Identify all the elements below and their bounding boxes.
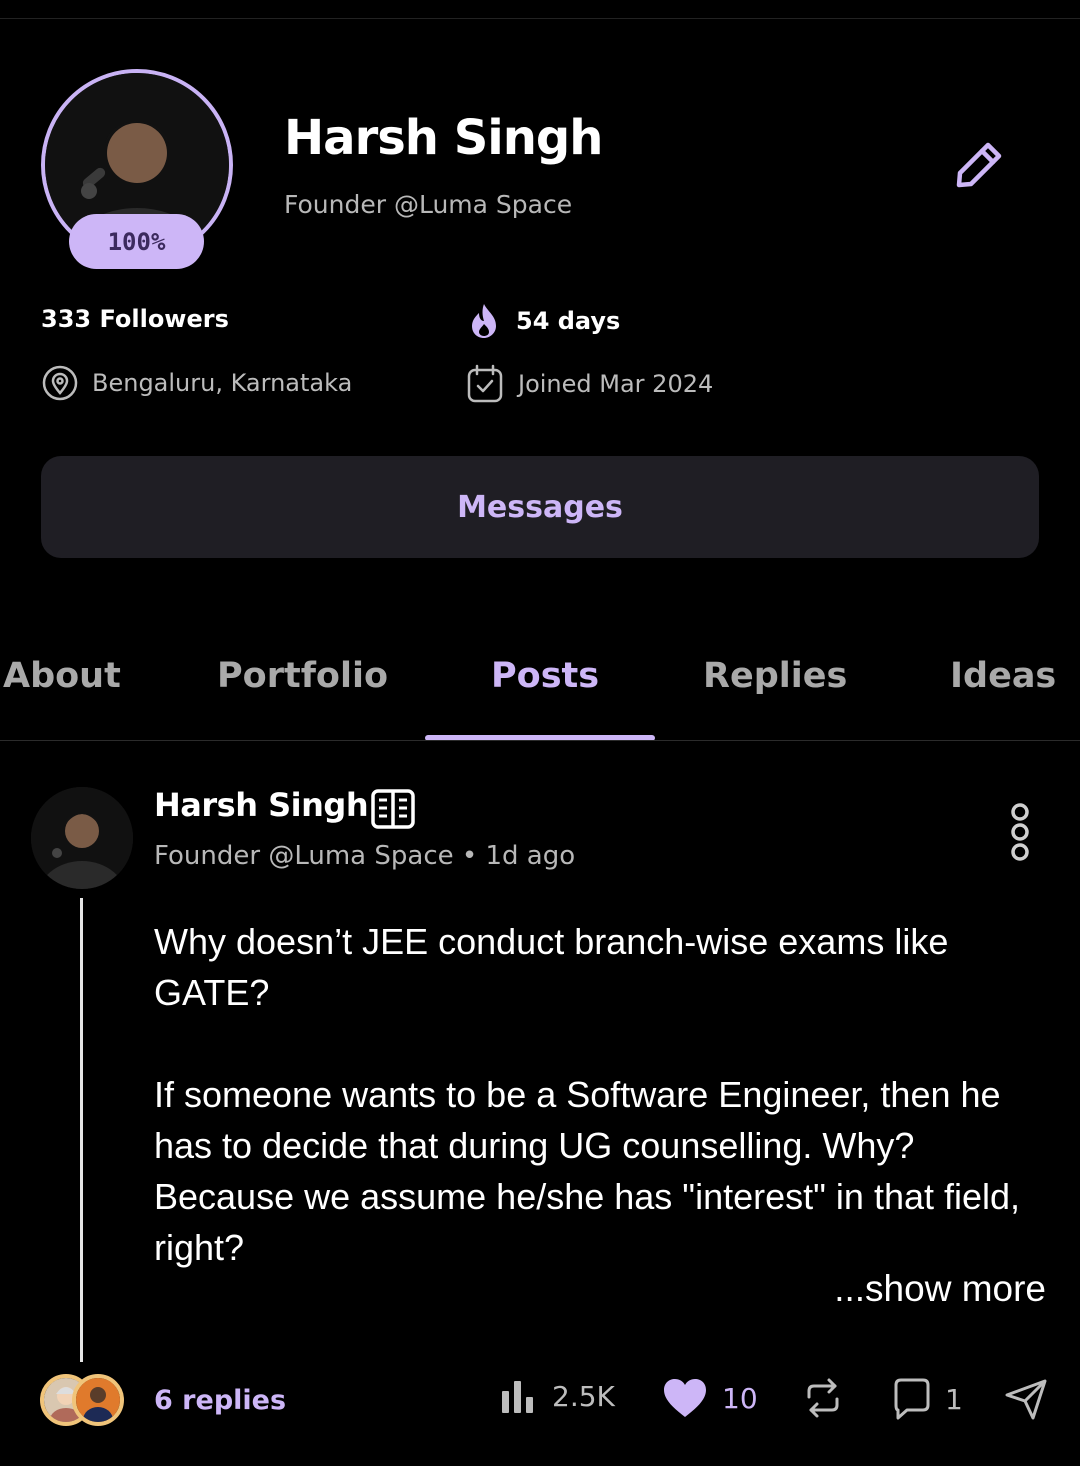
pencil-icon (956, 142, 1002, 188)
comment-button[interactable]: 1 (893, 1377, 963, 1421)
replies-count[interactable]: 6 replies (154, 1385, 286, 1416)
tab-replies[interactable]: Replies (703, 656, 847, 696)
post-author-name[interactable]: Harsh Singh (154, 786, 369, 824)
more-vertical-icon (1011, 803, 1029, 861)
tab-portfolio[interactable]: Portfolio (217, 656, 388, 696)
post-paragraph: Why doesn’t JEE conduct branch-wise exam… (154, 921, 949, 1013)
flame-icon (472, 304, 496, 338)
comments-count: 1 (945, 1382, 963, 1416)
post-author-avatar[interactable] (31, 787, 133, 889)
tab-ideas[interactable]: Ideas (950, 656, 1056, 696)
views-stat[interactable]: 2.5K (500, 1377, 615, 1415)
streak: 54 days (466, 302, 620, 340)
calendar-check-icon (467, 364, 503, 403)
post-paragraph: If someone wants to be a Software Engine… (154, 1074, 1021, 1268)
repost-icon (807, 1378, 839, 1418)
joined-date: Joined Mar 2024 (466, 364, 713, 404)
joined-label: Joined Mar 2024 (518, 370, 714, 398)
tabs-divider (0, 740, 1080, 741)
edit-profile-button[interactable] (948, 134, 1010, 196)
profile-completion-badge: 100% (69, 214, 204, 269)
streak-label: 54 days (516, 307, 621, 335)
post-separator: • (461, 841, 478, 871)
tab-about[interactable]: About (3, 656, 121, 696)
profile-role: Founder @Luma Space (284, 190, 573, 219)
profile-avatar[interactable]: 100% (41, 69, 233, 269)
location: Bengaluru, Karnataka (42, 364, 352, 402)
tab-posts[interactable]: Posts (491, 656, 599, 696)
views-count: 2.5K (552, 1379, 615, 1413)
post-subline: Founder @Luma Space • 1d ago (154, 841, 575, 871)
followers-count[interactable]: 333 Followers (41, 305, 229, 333)
post-author-role: Founder @Luma Space (154, 841, 454, 871)
profile-name: Harsh Singh (284, 110, 603, 166)
show-more-link[interactable]: ...show more (834, 1268, 1046, 1310)
likes-count: 10 (722, 1381, 758, 1415)
post-options-button[interactable] (1000, 800, 1040, 864)
reply-avatar (72, 1374, 124, 1426)
messages-button[interactable]: Messages (41, 456, 1039, 558)
share-button[interactable] (1004, 1377, 1048, 1421)
top-divider (0, 18, 1080, 19)
comment-icon (894, 1378, 930, 1420)
like-button[interactable]: 10 (662, 1377, 758, 1419)
thread-line (80, 898, 83, 1362)
send-icon (1005, 1379, 1047, 1420)
heart-icon (664, 1379, 706, 1417)
repost-button[interactable] (805, 1377, 841, 1419)
reply-avatars[interactable] (40, 1374, 124, 1426)
book-open-icon (370, 786, 416, 832)
post-time: 1d ago (485, 841, 576, 871)
location-label: Bengaluru, Karnataka (92, 369, 353, 397)
location-pin-icon (42, 365, 78, 401)
bar-chart-icon (502, 1381, 533, 1413)
post-body[interactable]: Why doesn’t JEE conduct branch-wise exam… (154, 916, 1044, 1273)
